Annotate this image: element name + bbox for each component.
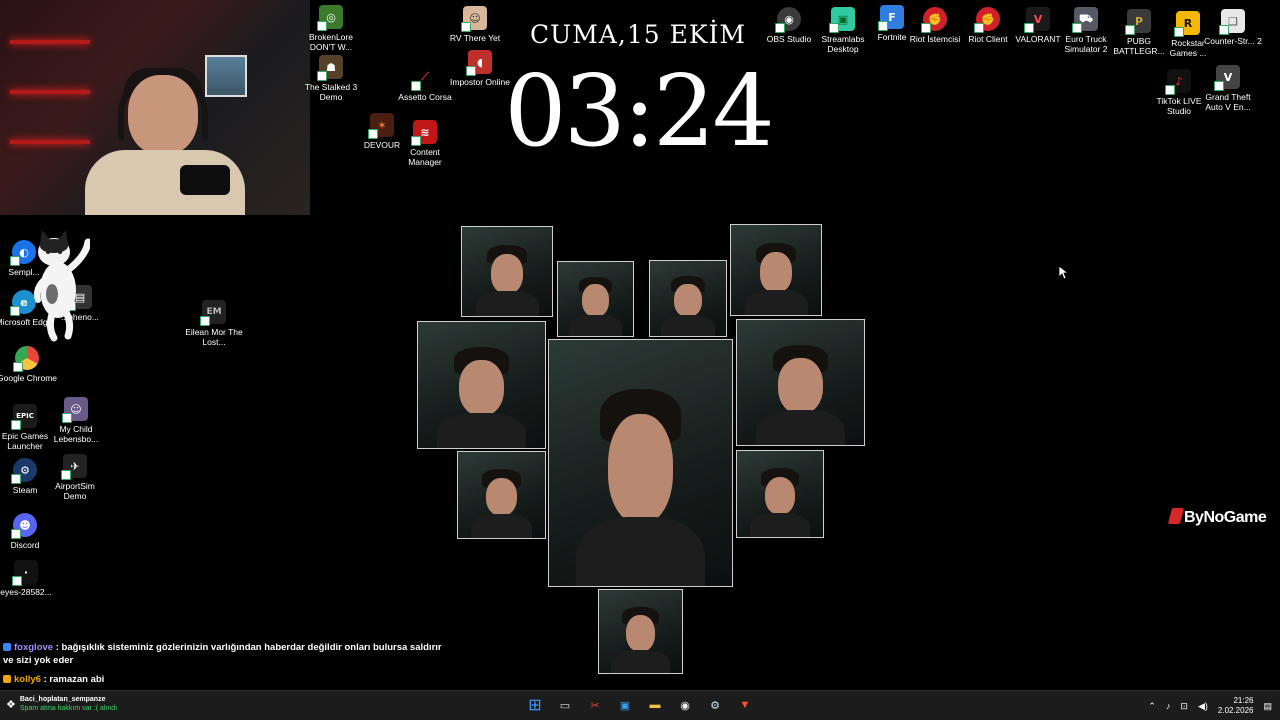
obs-studio-icon: ◉ bbox=[775, 7, 801, 33]
collage-photo-center bbox=[548, 339, 733, 587]
desktop-icon-chrome[interactable]: Google Chrome bbox=[0, 346, 57, 383]
discord-icon: ☻ bbox=[11, 513, 37, 539]
desktop-icon-assetto-corsa[interactable]: ⟋ Assetto Corsa bbox=[395, 65, 455, 102]
notifications-icon[interactable]: ▤ bbox=[1263, 701, 1272, 712]
desktop-icon-eyes[interactable]: · eyes-28582... bbox=[0, 560, 56, 597]
collage-photo bbox=[598, 589, 683, 674]
chat-message: kolly6 : ramazan abi bbox=[3, 673, 443, 686]
clock-time: 03:24 bbox=[504, 55, 774, 169]
content-manager-icon: ≋ bbox=[411, 120, 437, 146]
desktop-icon-riot-istemcisi[interactable]: ✊ Riot İstemcisi bbox=[905, 7, 965, 44]
snipping-tool-button[interactable]: ✂ bbox=[584, 694, 606, 716]
desktop-icon-euro-truck[interactable]: ⛟ Euro Truck Simulator 2 bbox=[1056, 7, 1116, 54]
rv-there-yet-icon: ☺ bbox=[461, 6, 487, 32]
riot-client-icon: ✊ bbox=[974, 7, 1000, 33]
valorant-icon: V bbox=[1024, 7, 1050, 33]
gta-v-icon: V bbox=[1214, 65, 1240, 91]
desktop-icon-gta-v[interactable]: V Grand Theft Auto V En... bbox=[1198, 65, 1258, 112]
stalked3-icon: ☗ bbox=[317, 55, 343, 81]
desktop-icon-stalked3[interactable]: ☗ The Stalked 3 Demo bbox=[301, 55, 361, 102]
task-view-button[interactable]: ▭ bbox=[554, 694, 576, 716]
counter-strike-icon: ❏ bbox=[1219, 9, 1245, 35]
chat-message: foxglove : bağışıklık sisteminiz gözleri… bbox=[3, 642, 442, 666]
desktop-icon-discord[interactable]: ☻ Discord bbox=[0, 513, 55, 550]
obs-taskbar-button[interactable]: ◉ bbox=[674, 694, 696, 716]
microphone-icon[interactable]: ♪ bbox=[1166, 701, 1171, 711]
devour-icon: ✶ bbox=[368, 113, 394, 139]
desktop-icon-rv-there-yet[interactable]: ☺ RV There Yet bbox=[445, 6, 505, 43]
clock-date: CUMA,15 EKİM bbox=[530, 20, 746, 49]
assetto-corsa-icon: ⟋ bbox=[411, 65, 437, 91]
desktop-icon-counter-strike[interactable]: ❏ Counter-Str... 2 bbox=[1203, 9, 1263, 46]
webcam-overlay bbox=[0, 0, 310, 215]
chevron-up-icon[interactable]: ⌃ bbox=[1148, 701, 1156, 712]
shelf-light bbox=[10, 140, 90, 144]
collage-photo bbox=[417, 321, 546, 449]
shelf-light bbox=[10, 90, 90, 94]
collage-photo bbox=[557, 261, 634, 337]
mouse-cursor-icon bbox=[1059, 266, 1069, 280]
steam-icon: ⚙ bbox=[11, 458, 37, 484]
start-button[interactable]: ⊞ bbox=[524, 694, 546, 716]
system-tray: ⌃ ♪ ⊡ ◀) 21:26 2.02.2026 ▤ bbox=[1148, 691, 1272, 720]
eilean-mor-icon: EM bbox=[200, 300, 226, 326]
network-icon[interactable]: ⊡ bbox=[1180, 701, 1188, 712]
photos-button[interactable]: ▣ bbox=[614, 694, 636, 716]
chat-overlay: foxglove : bağışıklık sisteminiz gözleri… bbox=[3, 641, 443, 690]
collage-photo bbox=[461, 226, 553, 317]
bynogame-logo-icon bbox=[1167, 508, 1185, 524]
taskbar: ❖ Baci_hoplatan_sempanze Spam atma hakkı… bbox=[0, 690, 1280, 720]
pubg-icon: P bbox=[1125, 9, 1151, 35]
rockstar-icon: R bbox=[1174, 11, 1200, 37]
dancing-cat-sticker bbox=[34, 230, 90, 342]
shelf-light bbox=[10, 40, 90, 44]
steam-taskbar-button[interactable]: ⚙ bbox=[704, 694, 726, 716]
desktop-icon-my-child[interactable]: ☺ My Child Lebensbo... bbox=[46, 397, 106, 444]
streamlabs-icon: ▣ bbox=[829, 7, 855, 33]
taskbar-notification[interactable]: ❖ Baci_hoplatan_sempanze Spam atma hakkı… bbox=[6, 695, 117, 713]
desktop-icon-airportsim[interactable]: ✈ AirportSim Demo bbox=[45, 454, 105, 501]
volume-icon[interactable]: ◀) bbox=[1198, 701, 1208, 712]
wall-poster bbox=[205, 55, 247, 97]
epic-games-icon: EPIC bbox=[11, 404, 37, 430]
collage-photo bbox=[457, 451, 546, 539]
chat-badge-icon bbox=[3, 675, 11, 683]
chat-badge-icon bbox=[3, 643, 11, 651]
fortnite-icon: F bbox=[878, 5, 904, 31]
desktop: ◎ BrokenLore DON'T W... ☗ The Stalked 3 … bbox=[0, 0, 1280, 690]
bynogame-logo: ByNoGame bbox=[1167, 508, 1267, 527]
chrome-icon bbox=[13, 346, 39, 372]
desktop-icon-content-manager[interactable]: ≋ Content Manager bbox=[395, 120, 455, 167]
airportsim-icon: ✈ bbox=[61, 454, 87, 480]
desktop-icon-brokenlore[interactable]: ◎ BrokenLore DON'T W... bbox=[301, 5, 361, 52]
file-explorer-button[interactable]: ▬ bbox=[644, 694, 666, 716]
collage-photo bbox=[736, 450, 824, 538]
euro-truck-icon: ⛟ bbox=[1072, 7, 1098, 33]
eyes-file-icon: · bbox=[12, 560, 38, 586]
notification-icon: ❖ bbox=[6, 698, 16, 711]
brokenlore-icon: ◎ bbox=[317, 5, 343, 31]
desktop-icon-eilean-mor[interactable]: EM Eilean Mor The Lost... bbox=[184, 300, 244, 347]
riot-istemcisi-icon: ✊ bbox=[921, 7, 947, 33]
collage-photo bbox=[649, 260, 727, 337]
collage-photo bbox=[736, 319, 865, 446]
my-child-icon: ☺ bbox=[62, 397, 88, 423]
microphone bbox=[180, 165, 230, 195]
brave-browser-button[interactable]: ▼ bbox=[734, 694, 756, 716]
taskbar-clock[interactable]: 21:26 2.02.2026 bbox=[1218, 696, 1254, 716]
collage-photo bbox=[730, 224, 822, 316]
streamer-face bbox=[128, 75, 198, 155]
taskbar-apps: ⊞ ▭ ✂ ▣ ▬ ◉ ⚙ ▼ bbox=[524, 694, 756, 716]
impostor-online-icon: ◖ bbox=[466, 50, 492, 76]
tiktok-live-icon: ♪ bbox=[1165, 69, 1191, 95]
